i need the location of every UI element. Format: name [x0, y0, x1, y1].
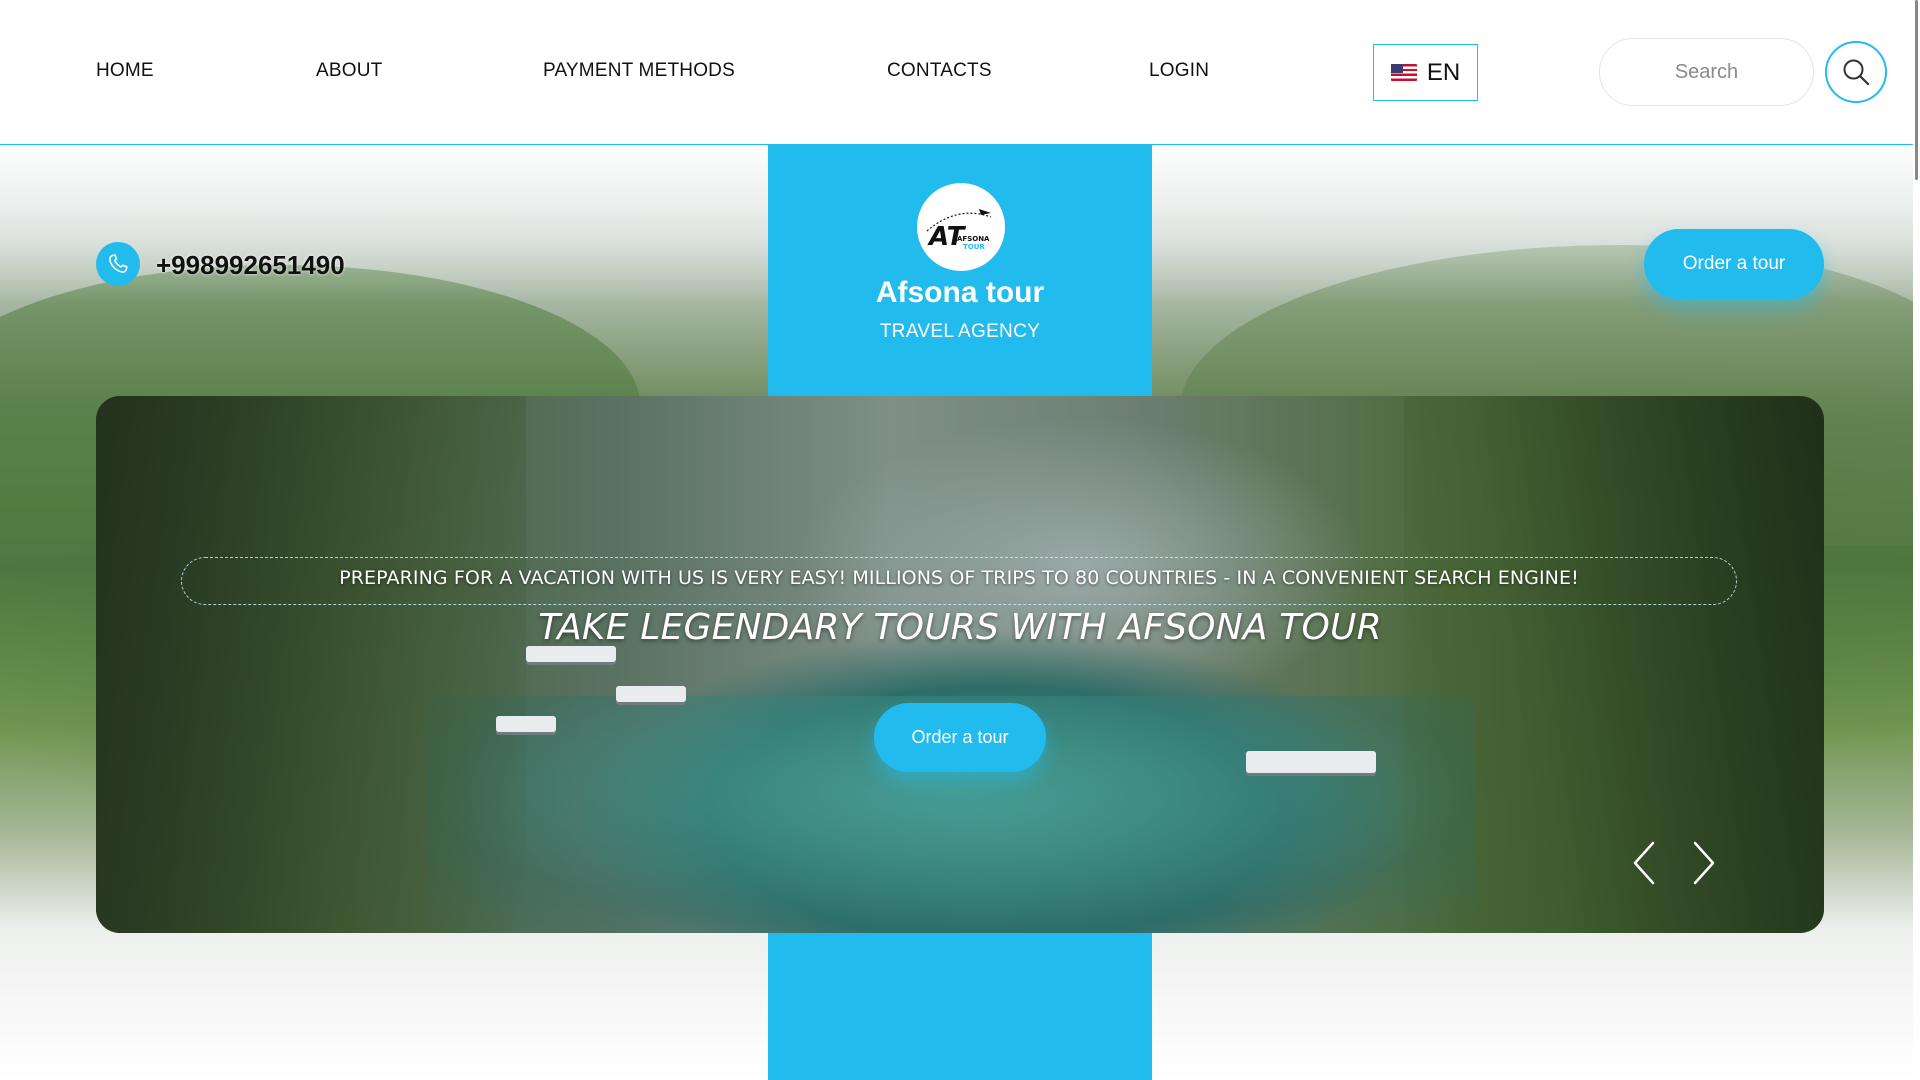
svg-text:AFSONA: AFSONA [957, 235, 990, 243]
search-input[interactable] [1599, 38, 1814, 106]
slide-headline: TAKE LEGENDARY TOURS WITH AFSONA TOUR [538, 607, 1382, 648]
slider-prev-button[interactable] [1624, 838, 1664, 888]
order-tour-button[interactable]: Order a tour [1644, 229, 1824, 299]
slide-cliff-left [96, 396, 526, 933]
search-icon [1843, 59, 1870, 86]
nav-home-link[interactable]: HOME [96, 60, 154, 82]
chevron-left-icon [1633, 841, 1655, 885]
hero-slide-image [96, 396, 1824, 933]
svg-text:TOUR: TOUR [963, 243, 985, 251]
search-button[interactable] [1825, 41, 1887, 103]
brand-logo[interactable]: AT AFSONA TOUR [917, 183, 1005, 271]
slide-cliff-right [1404, 396, 1824, 933]
slide-boat [526, 646, 616, 662]
slide-tagline: PREPARING FOR A VACATION WITH US IS VERY… [339, 567, 1579, 589]
language-selector[interactable]: EN [1373, 44, 1478, 101]
chevron-right-icon [1693, 841, 1715, 885]
scrollbar-thumb[interactable] [1915, 0, 1918, 180]
slide-boat [1246, 751, 1376, 773]
nav-login-link[interactable]: LOGIN [1149, 60, 1209, 82]
slide-boat [496, 716, 556, 732]
language-label: EN [1426, 58, 1461, 86]
slide-boat [616, 686, 686, 702]
slider-next-button[interactable] [1684, 838, 1724, 888]
phone-number[interactable]: +998992651490 [156, 250, 345, 281]
top-navigation-bar: HOME ABOUT PAYMENT METHODS CONTACTS LOGI… [0, 0, 1920, 145]
brand-name: Afsona tour [875, 276, 1045, 309]
logo-mark-icon: AT AFSONA TOUR [926, 209, 992, 252]
phone-icon[interactable] [96, 242, 140, 286]
brand-subtitle: TRAVEL AGENCY [879, 321, 1041, 342]
nav-payment-methods-link[interactable]: PAYMENT METHODS [543, 60, 735, 82]
nav-contacts-link[interactable]: CONTACTS [887, 60, 992, 82]
slide-order-tour-button[interactable]: Order a tour [874, 703, 1046, 772]
us-flag-icon [1390, 64, 1417, 81]
nav-about-link[interactable]: ABOUT [316, 60, 382, 82]
